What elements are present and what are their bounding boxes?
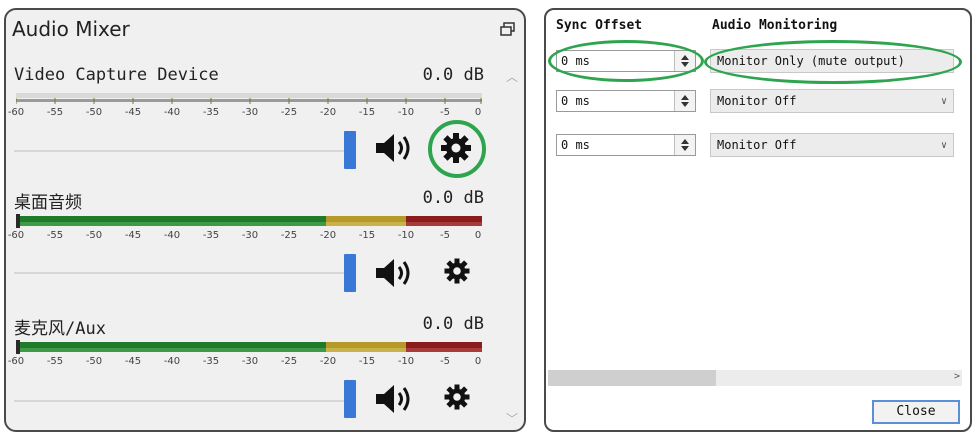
tick-label: -35 xyxy=(202,356,220,367)
channel-name: 桌面音频 xyxy=(14,193,82,213)
channel-desktop-audio: 桌面音频 0.0 dB -60 -55 -50 -45 -40 -35 -30 … xyxy=(8,188,484,298)
tick-label: -15 xyxy=(358,230,376,241)
tick-label: -45 xyxy=(124,230,142,241)
meter-scale: -60 -55 -50 -45 -40 -35 -30 -25 -20 -15 … xyxy=(8,228,484,244)
tick-label: -50 xyxy=(85,230,103,241)
tick-label: -30 xyxy=(241,356,259,367)
highlight-ellipse xyxy=(704,40,962,84)
tick-label: -45 xyxy=(124,356,142,367)
scroll-down-icon[interactable]: ﹀ xyxy=(506,410,518,427)
gear-icon[interactable] xyxy=(442,382,472,412)
header-sync-offset: Sync Offset xyxy=(556,18,643,33)
monitoring-select[interactable]: Monitor Off ∨ xyxy=(710,133,954,157)
tick-label: 0 xyxy=(474,107,482,118)
tick-label: -25 xyxy=(280,230,298,241)
channel-mic-aux: 麦克风/Aux 0.0 dB -60 -55 -50 -45 -40 -35 -… xyxy=(8,314,484,424)
tick-label: -50 xyxy=(85,107,103,118)
tick-label: -5 xyxy=(440,107,450,118)
audio-mixer-panel: Audio Mixer Video Capture Device 0.0 dB … xyxy=(4,8,526,432)
advanced-audio-properties: Sync Offset Audio Monitoring 0 ms Monito… xyxy=(544,8,972,432)
tick-label: -20 xyxy=(319,230,337,241)
channel-name: Video Capture Device xyxy=(14,65,219,85)
tick-label: -35 xyxy=(202,107,220,118)
monitoring-value: Monitor Off xyxy=(717,94,797,108)
chevron-down-icon: ∨ xyxy=(940,96,947,107)
speaker-icon[interactable] xyxy=(374,256,416,290)
tick-label: -55 xyxy=(46,356,64,367)
tick-label: -15 xyxy=(358,107,376,118)
channel-video-capture: Video Capture Device 0.0 dB -60 -55 -50 … xyxy=(8,65,486,195)
tick-label: -30 xyxy=(241,230,259,241)
sync-offset-spinbox[interactable]: 0 ms xyxy=(556,90,696,112)
tick-label: -10 xyxy=(397,107,415,118)
tick-label: -35 xyxy=(202,230,220,241)
volume-slider-track[interactable] xyxy=(14,150,354,152)
tick-label: -25 xyxy=(280,356,298,367)
sync-offset-value: 0 ms xyxy=(561,94,590,108)
volume-slider-handle[interactable] xyxy=(344,380,356,418)
tick-label: -30 xyxy=(241,107,259,118)
sync-offset-value: 0 ms xyxy=(561,138,590,152)
volume-slider-handle[interactable] xyxy=(344,254,356,292)
gear-icon[interactable] xyxy=(442,256,472,286)
tick-label: -5 xyxy=(440,356,450,367)
tick-label: -60 xyxy=(7,230,25,241)
tick-label: -20 xyxy=(319,356,337,367)
scrollbar-thumb[interactable] xyxy=(548,370,716,386)
meter-scale: -60 -55 -50 -45 -40 -35 -30 -25 -20 -15 … xyxy=(8,354,484,370)
tick-label: -40 xyxy=(163,107,181,118)
tick-label: -40 xyxy=(163,230,181,241)
sync-offset-spinbox[interactable]: 0 ms xyxy=(556,134,696,156)
volume-meter xyxy=(16,93,482,104)
monitoring-value: Monitor Off xyxy=(717,138,797,152)
speaker-icon[interactable] xyxy=(374,131,416,165)
channel-db: 0.0 dB xyxy=(422,65,484,85)
header-audio-monitoring: Audio Monitoring xyxy=(712,18,838,33)
highlight-circle xyxy=(428,120,486,178)
highlight-ellipse xyxy=(548,40,704,82)
scroll-up-icon[interactable]: ︿ xyxy=(506,68,518,85)
tick-label: -25 xyxy=(280,107,298,118)
tick-label: -55 xyxy=(46,230,64,241)
channel-name: 麦克风/Aux xyxy=(14,319,106,339)
tick-label: -60 xyxy=(7,356,25,367)
volume-slider-track[interactable] xyxy=(14,272,354,274)
tick-label: -60 xyxy=(7,107,25,118)
spin-arrows-icon[interactable] xyxy=(674,135,695,155)
tick-label: -10 xyxy=(397,230,415,241)
mixer-title: Audio Mixer xyxy=(12,17,130,41)
monitoring-select[interactable]: Monitor Off ∨ xyxy=(710,89,954,113)
tick-label: -15 xyxy=(358,356,376,367)
tick-label: -5 xyxy=(440,230,450,241)
volume-meter xyxy=(16,340,482,354)
channel-db: 0.0 dB xyxy=(422,314,484,334)
meter-scale: -60 -55 -50 -45 -40 -35 -30 -25 -20 -15 … xyxy=(8,105,484,121)
tick-label: -40 xyxy=(163,356,181,367)
channel-db: 0.0 dB xyxy=(422,188,484,208)
float-window-icon[interactable] xyxy=(500,22,516,36)
chevron-down-icon: ∨ xyxy=(940,140,947,151)
mixer-header: Audio Mixer xyxy=(6,10,524,48)
tick-label: -55 xyxy=(46,107,64,118)
volume-meter xyxy=(16,214,482,228)
tick-label: -50 xyxy=(85,356,103,367)
speaker-icon[interactable] xyxy=(374,382,416,416)
horizontal-scrollbar[interactable]: > xyxy=(548,370,962,386)
tick-label: 0 xyxy=(474,356,482,367)
tick-label: -20 xyxy=(319,107,337,118)
tick-label: -10 xyxy=(397,356,415,367)
volume-slider-handle[interactable] xyxy=(344,131,356,169)
spin-arrows-icon[interactable] xyxy=(674,91,695,111)
tick-label: 0 xyxy=(474,230,482,241)
tick-label: -45 xyxy=(124,107,142,118)
volume-slider-track[interactable] xyxy=(14,400,354,402)
scroll-right-icon[interactable]: > xyxy=(954,371,960,382)
close-button[interactable]: Close xyxy=(872,400,960,424)
